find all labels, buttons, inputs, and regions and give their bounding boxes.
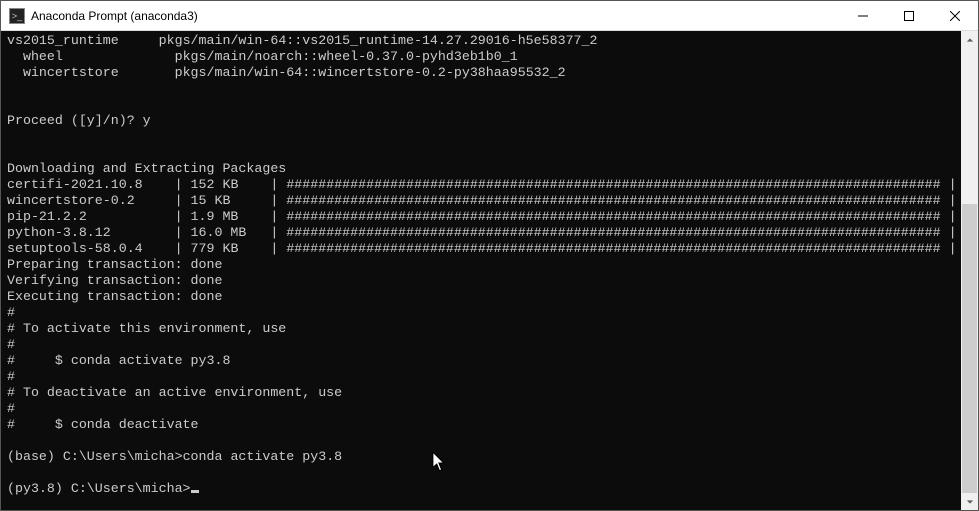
help-line: # [7,305,15,320]
trans-prep: Preparing transaction: done [7,257,222,272]
help-line: # [7,337,15,352]
download-row: wincertstore-0.2 | 15 KB | #############… [7,193,961,208]
text-cursor [191,490,199,493]
help-line: # [7,401,15,416]
scrollbar-track[interactable] [961,48,978,493]
prompt-line: (base) C:\Users\micha>conda activate py3… [7,449,342,464]
download-row: certifi-2021.10.8 | 152 KB | ###########… [7,177,961,192]
download-row: pip-21.2.2 | 1.9 MB | ##################… [7,209,961,224]
window-title: Anaconda Prompt (anaconda3) [31,9,840,23]
download-row: python-3.8.12 | 16.0 MB | ##############… [7,225,961,240]
trans-verify: Verifying transaction: done [7,273,222,288]
help-line: # To activate this environment, use [7,321,286,336]
terminal-window: >_ Anaconda Prompt (anaconda3) vs2015_ru… [0,0,979,511]
content-wrap: vs2015_runtime pkgs/main/win-64::vs2015_… [1,31,978,510]
help-line: # To deactivate an active environment, u… [7,385,342,400]
pkg-line: wheel pkgs/main/noarch::wheel-0.37.0-pyh… [7,49,518,64]
title-bar[interactable]: >_ Anaconda Prompt (anaconda3) [1,1,978,31]
minimize-button[interactable] [840,1,886,30]
pkg-line: vs2015_runtime pkgs/main/win-64::vs2015_… [7,33,598,48]
scroll-down-button[interactable] [961,493,978,510]
terminal-output[interactable]: vs2015_runtime pkgs/main/win-64::vs2015_… [1,31,961,510]
vertical-scrollbar[interactable] [961,31,978,510]
help-line: # [7,369,15,384]
download-row: setuptools-58.0.4 | 779 KB | ###########… [7,241,961,256]
prompt-line[interactable]: (py3.8) C:\Users\micha> [7,481,199,496]
scrollbar-thumb[interactable] [962,204,977,493]
maximize-button[interactable] [886,1,932,30]
proceed-prompt: Proceed ([y]/n)? y [7,113,151,128]
scroll-up-button[interactable] [961,31,978,48]
download-header: Downloading and Extracting Packages [7,161,286,176]
window-buttons [840,1,978,30]
pkg-line: wincertstore pkgs/main/win-64::wincertst… [7,65,566,80]
close-button[interactable] [932,1,978,30]
app-icon: >_ [9,8,25,24]
trans-exec: Executing transaction: done [7,289,222,304]
help-line: # $ conda activate py3.8 [7,353,230,368]
help-line: # $ conda deactivate [7,417,199,432]
